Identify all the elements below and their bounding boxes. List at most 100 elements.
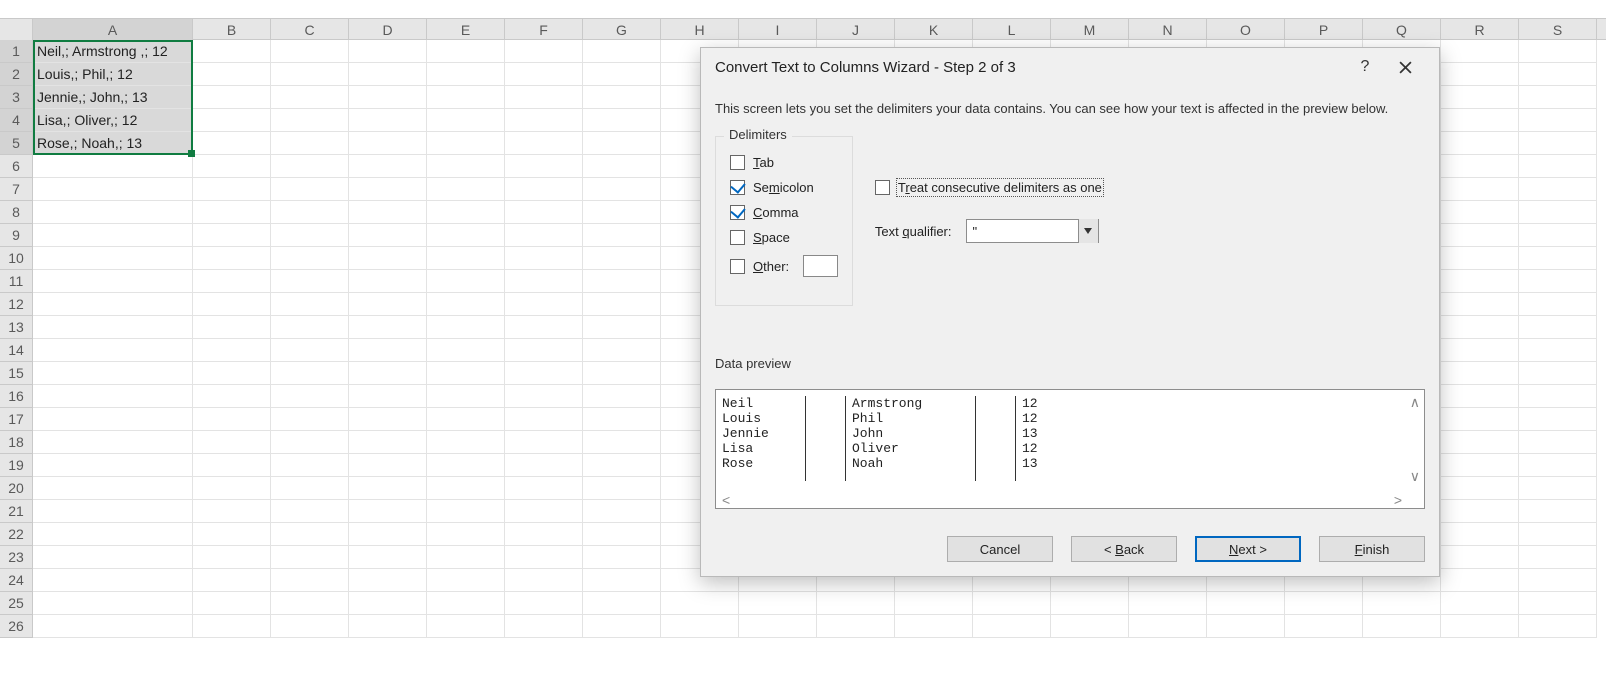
preview-col-2[interactable]: Armstrong Phil John Oliver Noah	[846, 396, 976, 481]
cell-R5[interactable]	[1441, 132, 1519, 155]
cell-F2[interactable]	[505, 63, 583, 86]
cell-R8[interactable]	[1441, 201, 1519, 224]
cell-F19[interactable]	[505, 454, 583, 477]
cell-A10[interactable]	[33, 247, 193, 270]
cell-E26[interactable]	[427, 615, 505, 638]
column-header-C[interactable]: C	[271, 19, 349, 41]
column-header-E[interactable]: E	[427, 19, 505, 41]
cell-B3[interactable]	[193, 86, 271, 109]
cell-K26[interactable]	[895, 615, 973, 638]
cell-R6[interactable]	[1441, 155, 1519, 178]
cell-A6[interactable]	[33, 155, 193, 178]
cell-C12[interactable]	[271, 293, 349, 316]
cell-F11[interactable]	[505, 270, 583, 293]
cell-L25[interactable]	[973, 592, 1051, 615]
cell-E8[interactable]	[427, 201, 505, 224]
row-header-21[interactable]: 21	[0, 500, 33, 523]
cell-S6[interactable]	[1519, 155, 1597, 178]
cell-S20[interactable]	[1519, 477, 1597, 500]
cell-A2[interactable]: Louis,; Phil,; 12	[33, 63, 193, 86]
cell-D15[interactable]	[349, 362, 427, 385]
cell-B7[interactable]	[193, 178, 271, 201]
cell-D14[interactable]	[349, 339, 427, 362]
row-header-7[interactable]: 7	[0, 178, 33, 201]
preview-col-3[interactable]	[976, 396, 1016, 481]
row-header-2[interactable]: 2	[0, 63, 33, 86]
cell-S15[interactable]	[1519, 362, 1597, 385]
cell-G21[interactable]	[583, 500, 661, 523]
cell-C5[interactable]	[271, 132, 349, 155]
column-header-P[interactable]: P	[1285, 19, 1363, 41]
cell-C7[interactable]	[271, 178, 349, 201]
column-header-J[interactable]: J	[817, 19, 895, 41]
cell-A16[interactable]	[33, 385, 193, 408]
cell-D11[interactable]	[349, 270, 427, 293]
cell-D7[interactable]	[349, 178, 427, 201]
cell-B4[interactable]	[193, 109, 271, 132]
row-header-9[interactable]: 9	[0, 224, 33, 247]
column-header-K[interactable]: K	[895, 19, 973, 41]
cell-H26[interactable]	[661, 615, 739, 638]
chevron-down-icon[interactable]	[1078, 219, 1098, 243]
delim-semicolon-checkbox[interactable]	[730, 180, 745, 195]
cell-R16[interactable]	[1441, 385, 1519, 408]
cell-P25[interactable]	[1285, 592, 1363, 615]
cell-R19[interactable]	[1441, 454, 1519, 477]
cell-A23[interactable]	[33, 546, 193, 569]
delim-space-checkbox[interactable]	[730, 230, 745, 245]
cell-S25[interactable]	[1519, 592, 1597, 615]
row-header-20[interactable]: 20	[0, 477, 33, 500]
cell-C18[interactable]	[271, 431, 349, 454]
column-header-H[interactable]: H	[661, 19, 739, 41]
treat-consecutive-label[interactable]: Treat consecutive delimiters as one	[898, 180, 1102, 195]
cell-E6[interactable]	[427, 155, 505, 178]
column-header-M[interactable]: M	[1051, 19, 1129, 41]
cell-F20[interactable]	[505, 477, 583, 500]
preview-col-0[interactable]: Neil Louis Jennie Lisa Rose	[716, 396, 806, 481]
row-header-6[interactable]: 6	[0, 155, 33, 178]
cell-D3[interactable]	[349, 86, 427, 109]
cell-R25[interactable]	[1441, 592, 1519, 615]
cell-G13[interactable]	[583, 316, 661, 339]
delim-space-label[interactable]: Space	[753, 230, 790, 245]
cell-R21[interactable]	[1441, 500, 1519, 523]
cell-B2[interactable]	[193, 63, 271, 86]
cell-A14[interactable]	[33, 339, 193, 362]
cell-I26[interactable]	[739, 615, 817, 638]
cell-S5[interactable]	[1519, 132, 1597, 155]
cell-C4[interactable]	[271, 109, 349, 132]
row-header-8[interactable]: 8	[0, 201, 33, 224]
cell-O26[interactable]	[1207, 615, 1285, 638]
close-button[interactable]	[1385, 48, 1425, 86]
cell-D17[interactable]	[349, 408, 427, 431]
cell-F8[interactable]	[505, 201, 583, 224]
cell-B17[interactable]	[193, 408, 271, 431]
cell-E13[interactable]	[427, 316, 505, 339]
cell-R26[interactable]	[1441, 615, 1519, 638]
cell-A3[interactable]: Jennie,; John,; 13	[33, 86, 193, 109]
cell-S17[interactable]	[1519, 408, 1597, 431]
cell-A1[interactable]: Neil,; Armstrong ,; 12	[33, 40, 193, 63]
cell-R20[interactable]	[1441, 477, 1519, 500]
cell-G20[interactable]	[583, 477, 661, 500]
cell-C21[interactable]	[271, 500, 349, 523]
cell-D1[interactable]	[349, 40, 427, 63]
cell-F6[interactable]	[505, 155, 583, 178]
cell-R3[interactable]	[1441, 86, 1519, 109]
cell-G22[interactable]	[583, 523, 661, 546]
cell-F1[interactable]	[505, 40, 583, 63]
cell-B25[interactable]	[193, 592, 271, 615]
dialog-titlebar[interactable]: Convert Text to Columns Wizard - Step 2 …	[701, 48, 1439, 86]
cell-S23[interactable]	[1519, 546, 1597, 569]
cell-F15[interactable]	[505, 362, 583, 385]
cell-A9[interactable]	[33, 224, 193, 247]
cell-D10[interactable]	[349, 247, 427, 270]
column-header-L[interactable]: L	[973, 19, 1051, 41]
delim-other-checkbox[interactable]	[730, 259, 745, 274]
cell-B12[interactable]	[193, 293, 271, 316]
cell-G16[interactable]	[583, 385, 661, 408]
cell-B21[interactable]	[193, 500, 271, 523]
cell-R22[interactable]	[1441, 523, 1519, 546]
cell-H25[interactable]	[661, 592, 739, 615]
cell-D12[interactable]	[349, 293, 427, 316]
